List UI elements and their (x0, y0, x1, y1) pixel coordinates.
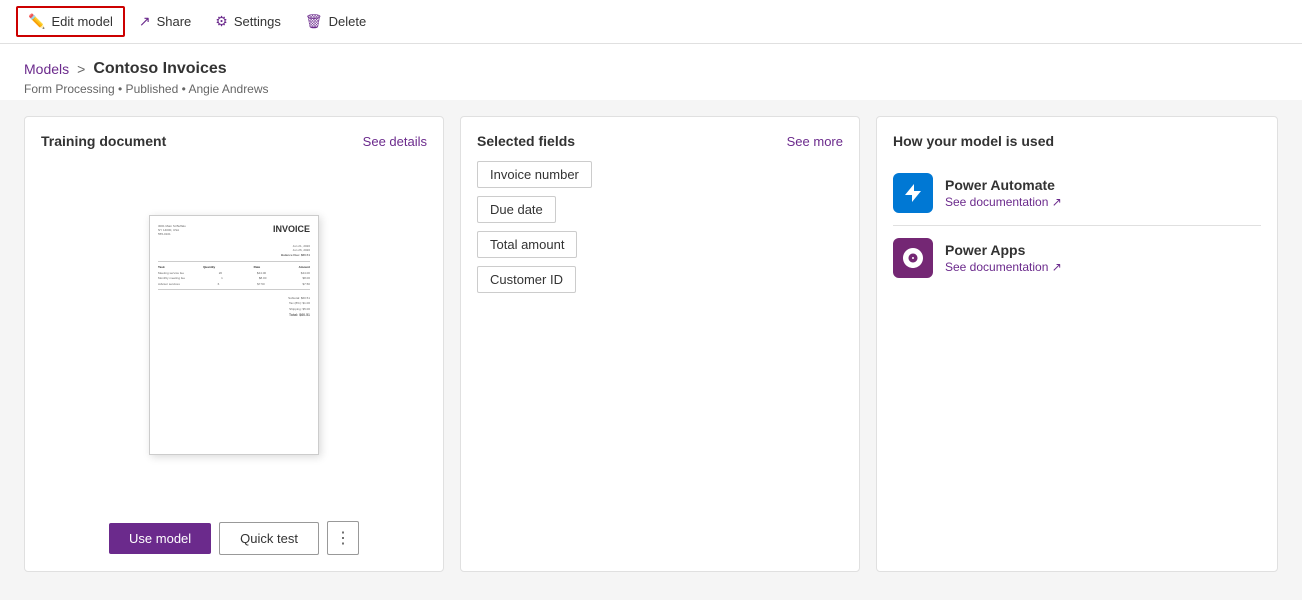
delete-icon: 🗑 (305, 13, 323, 30)
settings-icon: ⚙ (215, 13, 228, 30)
usage-items-list: Power Automate See documentation ↗ Power… (893, 161, 1261, 290)
usage-card-header: How your model is used (893, 133, 1261, 149)
more-options-button[interactable]: ⋮ (327, 521, 359, 555)
field-tags-list: Invoice number Due date Total amount Cus… (477, 161, 843, 555)
invoice-preview: 3001 Main St BuffaloNY 14000, USA555-010… (41, 161, 427, 509)
training-document-card: Training document See details 3001 Main … (24, 116, 444, 572)
field-tag-invoice-number: Invoice number (477, 161, 592, 188)
edit-icon: ✏️ (28, 13, 45, 30)
training-buttons: Use model Quick test ⋮ (41, 521, 427, 555)
usage-card-title: How your model is used (893, 133, 1054, 149)
usage-item-apps: Power Apps See documentation ↗ (893, 226, 1261, 290)
edit-model-button[interactable]: ✏️ Edit model (16, 6, 125, 37)
share-icon: ↗ (139, 13, 151, 30)
toolbar: ✏️ Edit model ↗ Share ⚙ Settings 🗑 Delet… (0, 0, 1302, 44)
main-content: Training document See details 3001 Main … (0, 100, 1302, 588)
share-button[interactable]: ↗ Share (129, 8, 201, 35)
breadcrumb-area: Models > Contoso Invoices Form Processin… (0, 44, 1302, 100)
selected-fields-card: Selected fields See more Invoice number … (460, 116, 860, 572)
settings-button[interactable]: ⚙ Settings (205, 8, 291, 35)
delete-button[interactable]: 🗑 Delete (295, 8, 376, 35)
quick-test-button[interactable]: Quick test (219, 522, 319, 555)
fields-card-header: Selected fields See more (477, 133, 843, 149)
field-tag-customer-id: Customer ID (477, 266, 576, 293)
invoice-document: 3001 Main St BuffaloNY 14000, USA555-010… (149, 215, 319, 455)
field-tag-due-date: Due date (477, 196, 556, 223)
breadcrumb-current: Contoso Invoices (93, 60, 226, 78)
breadcrumb: Models > Contoso Invoices (24, 60, 1278, 78)
usage-item-automate: Power Automate See documentation ↗ (893, 161, 1261, 226)
model-usage-card: How your model is used Power Automate Se… (876, 116, 1278, 572)
usage-apps-text: Power Apps See documentation ↗ (945, 242, 1062, 274)
power-automate-label: Power Automate (945, 177, 1062, 193)
training-see-details-link[interactable]: See details (363, 134, 427, 149)
breadcrumb-meta: Form Processing • Published • Angie Andr… (24, 82, 1278, 96)
power-automate-docs-link[interactable]: See documentation ↗ (945, 195, 1062, 209)
breadcrumb-separator: > (77, 61, 85, 77)
usage-automate-text: Power Automate See documentation ↗ (945, 177, 1062, 209)
use-model-button[interactable]: Use model (109, 523, 211, 554)
more-icon: ⋮ (335, 528, 351, 548)
field-tag-total-amount: Total amount (477, 231, 577, 258)
power-apps-label: Power Apps (945, 242, 1062, 258)
power-automate-icon (893, 173, 933, 213)
power-apps-icon (893, 238, 933, 278)
fields-see-more-link[interactable]: See more (787, 134, 843, 149)
training-card-title: Training document (41, 133, 166, 149)
power-apps-docs-link[interactable]: See documentation ↗ (945, 260, 1062, 274)
fields-card-title: Selected fields (477, 133, 575, 149)
training-card-header: Training document See details (41, 133, 427, 149)
breadcrumb-parent-link[interactable]: Models (24, 61, 69, 77)
